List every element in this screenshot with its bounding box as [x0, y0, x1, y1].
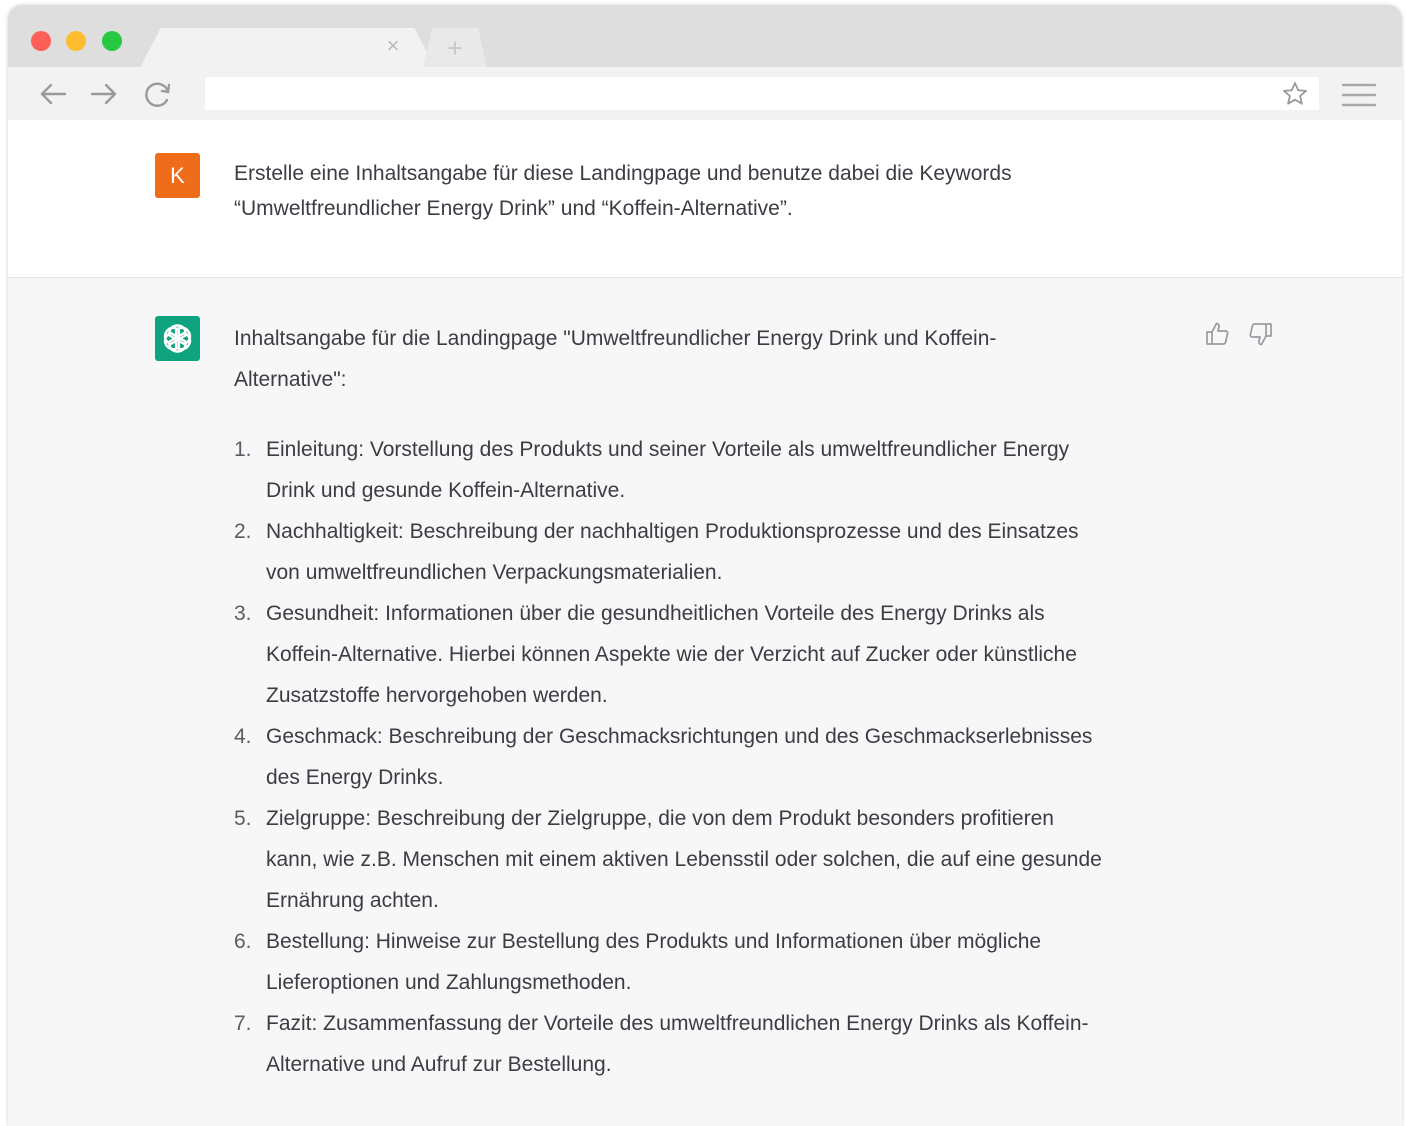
list-item-line: Koffein-Alternative. Hierbei können Aspe… — [266, 643, 1077, 666]
assistant-intro-line: Inhaltsangabe für die Landingpage "Umwel… — [234, 327, 997, 350]
title-bar: × + — [8, 5, 1402, 68]
list-item: 5. Zielgruppe: Beschreibung der Zielgrup… — [234, 798, 1194, 921]
plus-icon[interactable]: + — [441, 35, 469, 61]
list-item: 7. Fazit: Zusammenfassung der Vorteile d… — [234, 1003, 1194, 1085]
user-message-line: Erstelle eine Inhaltsangabe für diese La… — [234, 162, 1012, 185]
minimize-window-button[interactable] — [66, 31, 86, 51]
reload-button[interactable] — [141, 79, 177, 109]
back-button[interactable] — [35, 79, 71, 109]
list-item-line: Zusatzstoffe hervorgehoben werden. — [266, 684, 608, 707]
close-window-button[interactable] — [31, 31, 51, 51]
reload-icon — [145, 82, 171, 107]
maximize-window-button[interactable] — [102, 31, 122, 51]
assistant-intro-line: Alternative": — [234, 368, 347, 391]
list-item-line: von umweltfreundlichen Verpackungsmateri… — [266, 561, 723, 584]
address-bar[interactable] — [205, 77, 1319, 110]
browser-window: × + K Erstelle eine Inhaltsangabe für di… — [8, 5, 1402, 1126]
list-item-line: Lieferoptionen und Zahlungsmethoden. — [266, 971, 632, 994]
list-item: 2. Nachhaltigkeit: Beschreibung der nach… — [234, 511, 1194, 593]
user-message-line: “Umweltfreundlicher Energy Drink” und “K… — [234, 197, 793, 220]
list-item-line: Gesundheit: Informationen über die gesun… — [266, 602, 1045, 625]
list-number: 5. — [234, 807, 252, 830]
user-message: K Erstelle eine Inhaltsangabe für diese … — [8, 120, 1402, 278]
browser-toolbar — [8, 67, 1402, 120]
user-message-text: Erstelle eine Inhaltsangabe für diese La… — [234, 156, 1164, 226]
bookmark-star-icon[interactable] — [1281, 80, 1309, 108]
list-number: 3. — [234, 602, 252, 625]
forward-button[interactable] — [86, 79, 122, 109]
list-item-line: Drink und gesunde Koffein-Alternative. — [266, 479, 626, 502]
list-item-line: Fazit: Zusammenfassung der Vorteile des … — [266, 1012, 1089, 1035]
thumbs-up-icon[interactable] — [1204, 320, 1232, 348]
arrow-left-icon — [40, 83, 67, 105]
list-number: 2. — [234, 520, 252, 543]
list-item: 4. Geschmack: Beschreibung der Geschmack… — [234, 716, 1194, 798]
list-item-line: des Energy Drinks. — [266, 766, 444, 789]
list-item-line: Bestellung: Hinweise zur Bestellung des … — [266, 930, 1042, 953]
list-item-line: kann, wie z.B. Menschen mit einem aktive… — [266, 848, 1102, 871]
tab-close-icon[interactable]: × — [382, 35, 404, 57]
user-avatar: K — [155, 153, 200, 198]
assistant-message: Inhaltsangabe für die Landingpage "Umwel… — [8, 278, 1402, 1126]
list-item-line: Geschmack: Beschreibung der Geschmacksri… — [266, 725, 1093, 748]
assistant-message-body: Inhaltsangabe für die Landingpage "Umwel… — [234, 318, 1194, 1085]
list-item-line: Alternative und Aufruf zur Bestellung. — [266, 1053, 612, 1076]
list-item-line: Einleitung: Vorstellung des Produkts und… — [266, 438, 1070, 461]
list-item: 3. Gesundheit: Informationen über die ge… — [234, 593, 1194, 716]
list-item-line: Zielgruppe: Beschreibung der Zielgruppe,… — [266, 807, 1054, 830]
list-item: 1. Einleitung: Vorstellung des Produkts … — [234, 429, 1194, 511]
list-number: 1. — [234, 438, 252, 461]
openai-logo-icon — [155, 316, 200, 361]
thumbs-down-icon[interactable] — [1246, 320, 1274, 348]
list-number: 4. — [234, 725, 252, 748]
list-number: 7. — [234, 1012, 252, 1035]
list-item-line: Ernährung achten. — [266, 889, 439, 912]
list-item-line: Nachhaltigkeit: Beschreibung der nachhal… — [266, 520, 1079, 543]
chat-content: K Erstelle eine Inhaltsangabe für diese … — [8, 120, 1402, 1126]
outline-list: 1. Einleitung: Vorstellung des Produkts … — [234, 429, 1194, 1085]
arrow-right-icon — [90, 83, 117, 105]
list-item: 6. Bestellung: Hinweise zur Bestellung d… — [234, 921, 1194, 1003]
list-number: 6. — [234, 930, 252, 953]
hamburger-menu-icon[interactable] — [1341, 81, 1377, 109]
assistant-intro: Inhaltsangabe für die Landingpage "Umwel… — [234, 318, 1194, 400]
